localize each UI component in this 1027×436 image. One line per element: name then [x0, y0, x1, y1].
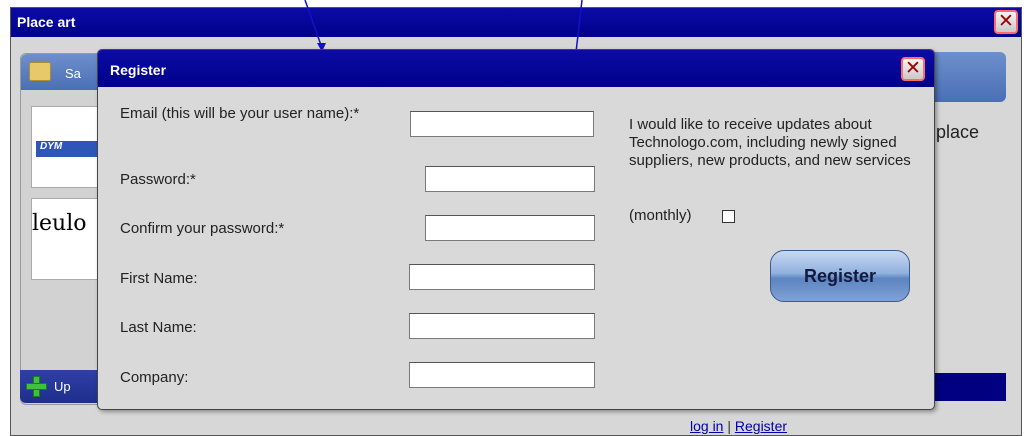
password-field[interactable] — [425, 166, 595, 192]
last-name-field[interactable] — [409, 313, 595, 339]
updates-text: I would like to receive updates about Te… — [629, 116, 911, 169]
first-name-field[interactable] — [409, 264, 595, 290]
register-dialog-title: Register — [110, 62, 167, 78]
email-label: Email (this will be your user name):* — [120, 105, 360, 122]
register-close-button[interactable]: ✕ — [901, 57, 925, 81]
register-dialog: Register ✕ Email (this will be your user… — [97, 49, 935, 410]
company-field[interactable] — [409, 362, 595, 388]
confirm-password-label: Confirm your password:* — [120, 220, 285, 237]
monthly-label: (monthly) — [629, 207, 692, 224]
confirm-password-field[interactable] — [425, 215, 595, 241]
password-label: Password:* — [120, 171, 196, 188]
first-name-label: First Name: — [120, 270, 198, 287]
last-name-label: Last Name: — [120, 319, 197, 336]
email-field[interactable] — [410, 111, 594, 137]
arrow-line — [304, 0, 323, 49]
company-label: Company: — [120, 369, 189, 386]
register-dialog-titlebar: Register ✕ — [98, 50, 934, 87]
register-button[interactable]: Register — [770, 250, 910, 302]
monthly-updates-checkbox[interactable] — [722, 210, 735, 223]
